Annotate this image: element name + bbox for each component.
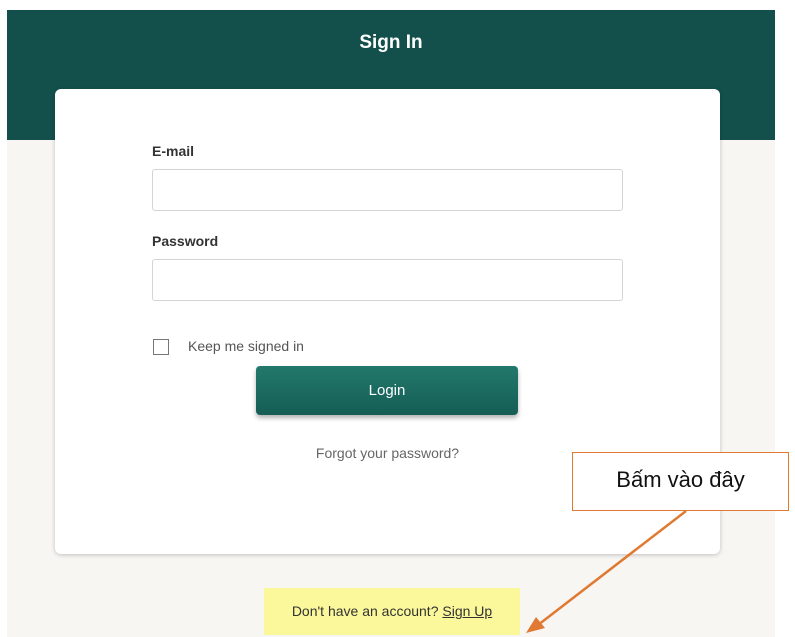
- annotation-callout: Bấm vào đây: [572, 452, 789, 511]
- page-title: Sign In: [359, 32, 423, 53]
- password-field[interactable]: [152, 259, 623, 301]
- annotation-callout-text: Bấm vào đây: [616, 467, 745, 492]
- signup-link[interactable]: Sign Up: [442, 603, 492, 619]
- signup-prompt-text: Don't have an account?: [291, 603, 439, 619]
- email-field[interactable]: [152, 169, 623, 211]
- email-label: E-mail: [152, 143, 195, 159]
- keep-signed-in-checkbox[interactable]: [153, 339, 169, 355]
- login-button[interactable]: Login: [256, 366, 518, 415]
- signup-prompt: Don't have an account? Sign Up: [264, 603, 520, 619]
- password-label: Password: [152, 233, 219, 249]
- signup-highlight: Don't have an account? Sign Up: [264, 588, 520, 635]
- page-background: Sign In E-mail Password Keep me signed i…: [7, 10, 775, 637]
- keep-signed-in-label[interactable]: Keep me signed in: [188, 338, 304, 354]
